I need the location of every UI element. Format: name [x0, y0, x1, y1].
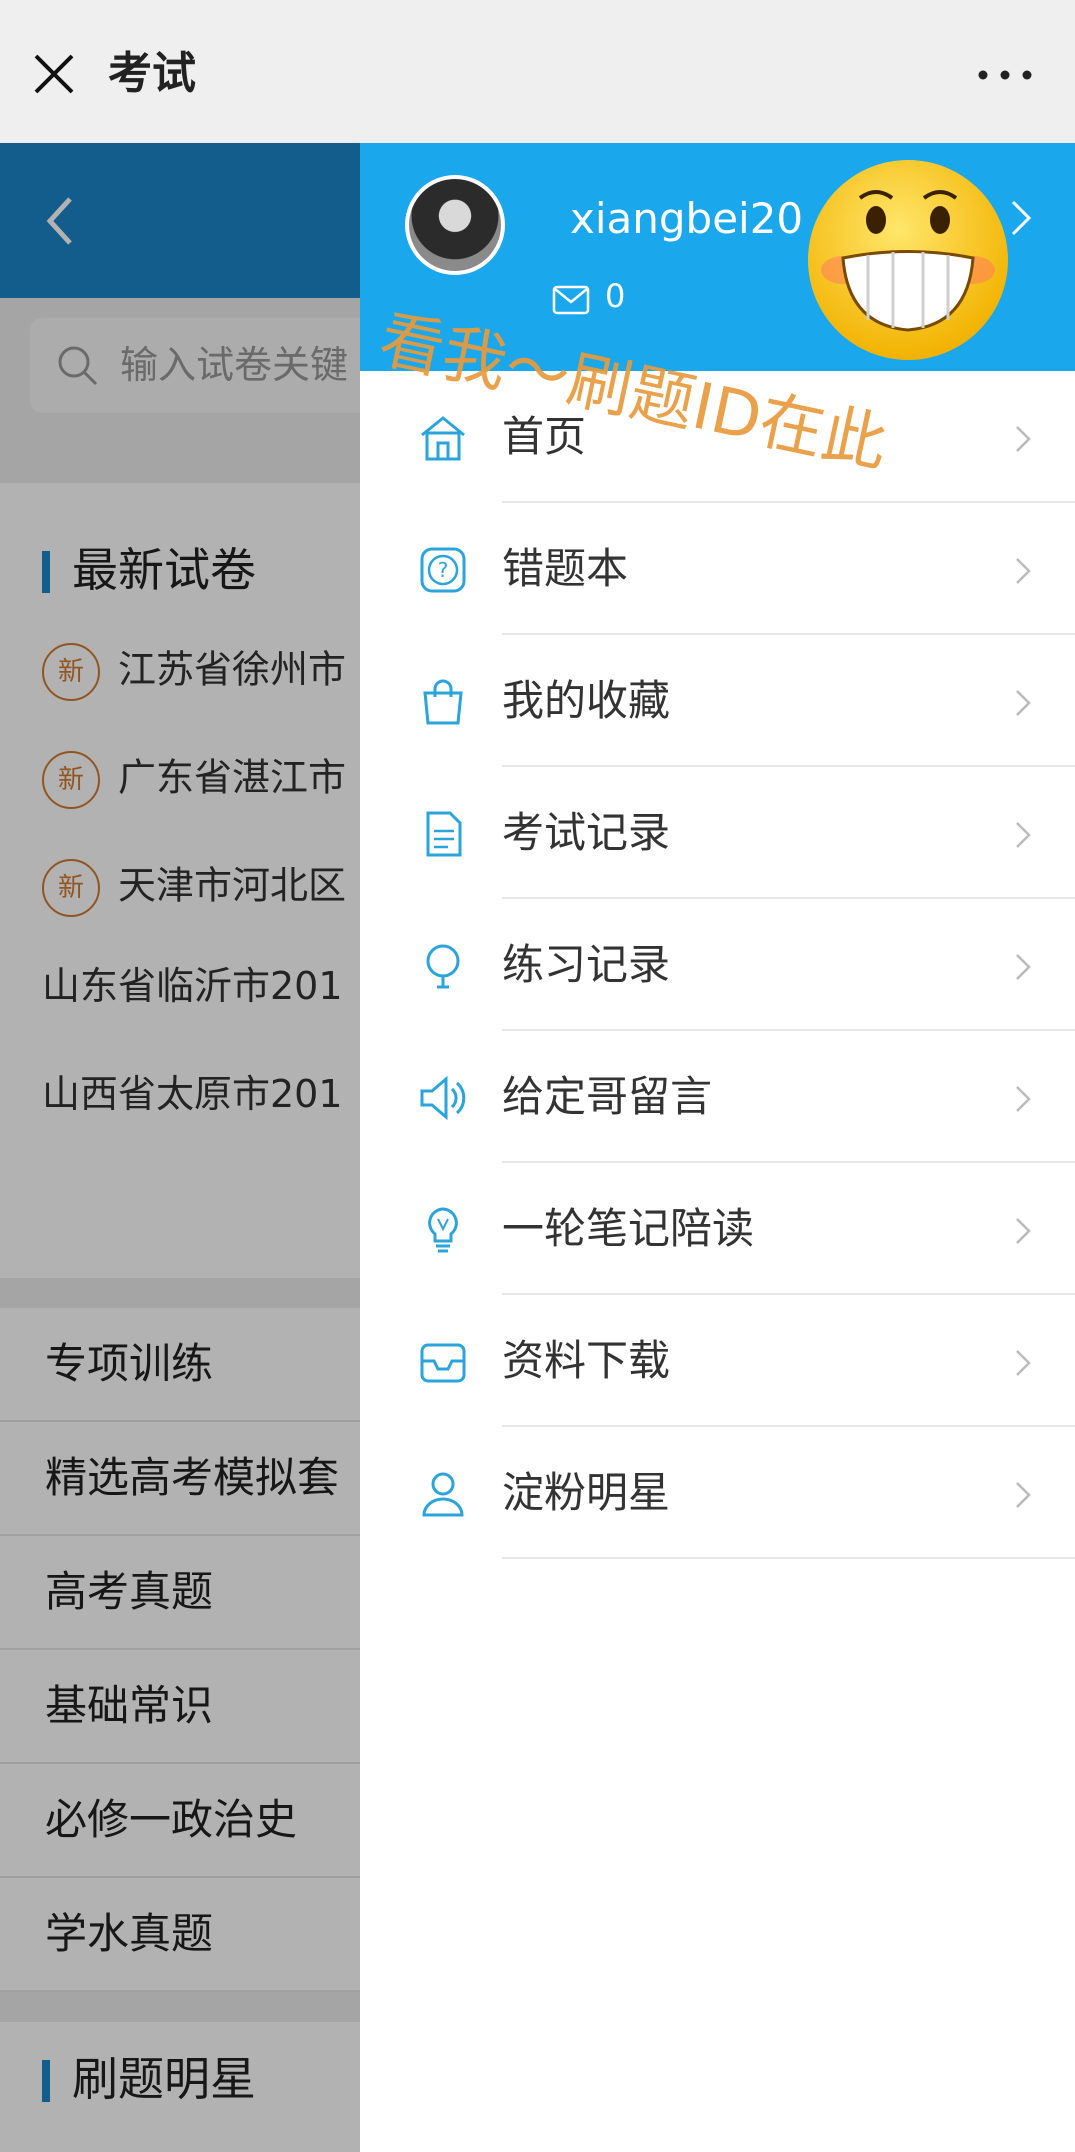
menu-item-star-users[interactable]: 淀粉明星: [360, 1427, 1075, 1559]
chevron-right-icon: [1016, 1350, 1031, 1376]
chevron-right-icon: [1016, 822, 1031, 848]
menu-item-notes-reading[interactable]: 一轮笔记陪读: [360, 1163, 1075, 1295]
svg-text:?: ?: [438, 558, 449, 582]
chevron-right-icon: [1016, 954, 1031, 980]
chevron-right-icon: [1016, 558, 1031, 584]
grinning-emoji-icon: [808, 160, 1008, 360]
home-icon: [421, 416, 465, 461]
page-title: 考试: [108, 48, 196, 99]
speaker-icon: [420, 1075, 466, 1121]
more-options-icon[interactable]: [975, 60, 1035, 90]
close-icon[interactable]: [30, 50, 78, 98]
chevron-right-icon: [1016, 1218, 1031, 1244]
mail-count: 0: [605, 277, 626, 315]
chevron-right-icon: [1016, 426, 1031, 452]
drawer-menu: 首页 ? 错题本 我的收藏 考试记录 练习记录 给定哥留言 一轮笔记陪读 资料下…: [360, 371, 1075, 1559]
user-icon: [422, 1472, 464, 1517]
username: xiangbei20: [570, 194, 804, 243]
menu-item-downloads[interactable]: 资料下载: [360, 1295, 1075, 1427]
mail-icon[interactable]: [552, 285, 590, 315]
top-bar: 考试: [0, 0, 1075, 143]
bulb-icon: [426, 944, 460, 989]
bag-icon: [423, 679, 463, 725]
menu-item-practice-records[interactable]: 练习记录: [360, 899, 1075, 1031]
menu-item-exam-records[interactable]: 考试记录: [360, 767, 1075, 899]
menu-item-leave-message[interactable]: 给定哥留言: [360, 1031, 1075, 1163]
lightbulb-icon: [428, 1207, 458, 1253]
chevron-right-icon: [1016, 1086, 1031, 1112]
dim-overlay[interactable]: [0, 143, 360, 2152]
chevron-right-icon: [1016, 690, 1031, 716]
menu-item-wrong-questions[interactable]: ? 错题本: [360, 503, 1075, 635]
avatar[interactable]: [405, 175, 505, 275]
chevron-right-icon: [1016, 1482, 1031, 1508]
document-icon: [426, 811, 462, 857]
menu-item-favorites[interactable]: 我的收藏: [360, 635, 1075, 767]
inbox-icon: [420, 1343, 466, 1383]
question-icon: ?: [420, 547, 466, 593]
